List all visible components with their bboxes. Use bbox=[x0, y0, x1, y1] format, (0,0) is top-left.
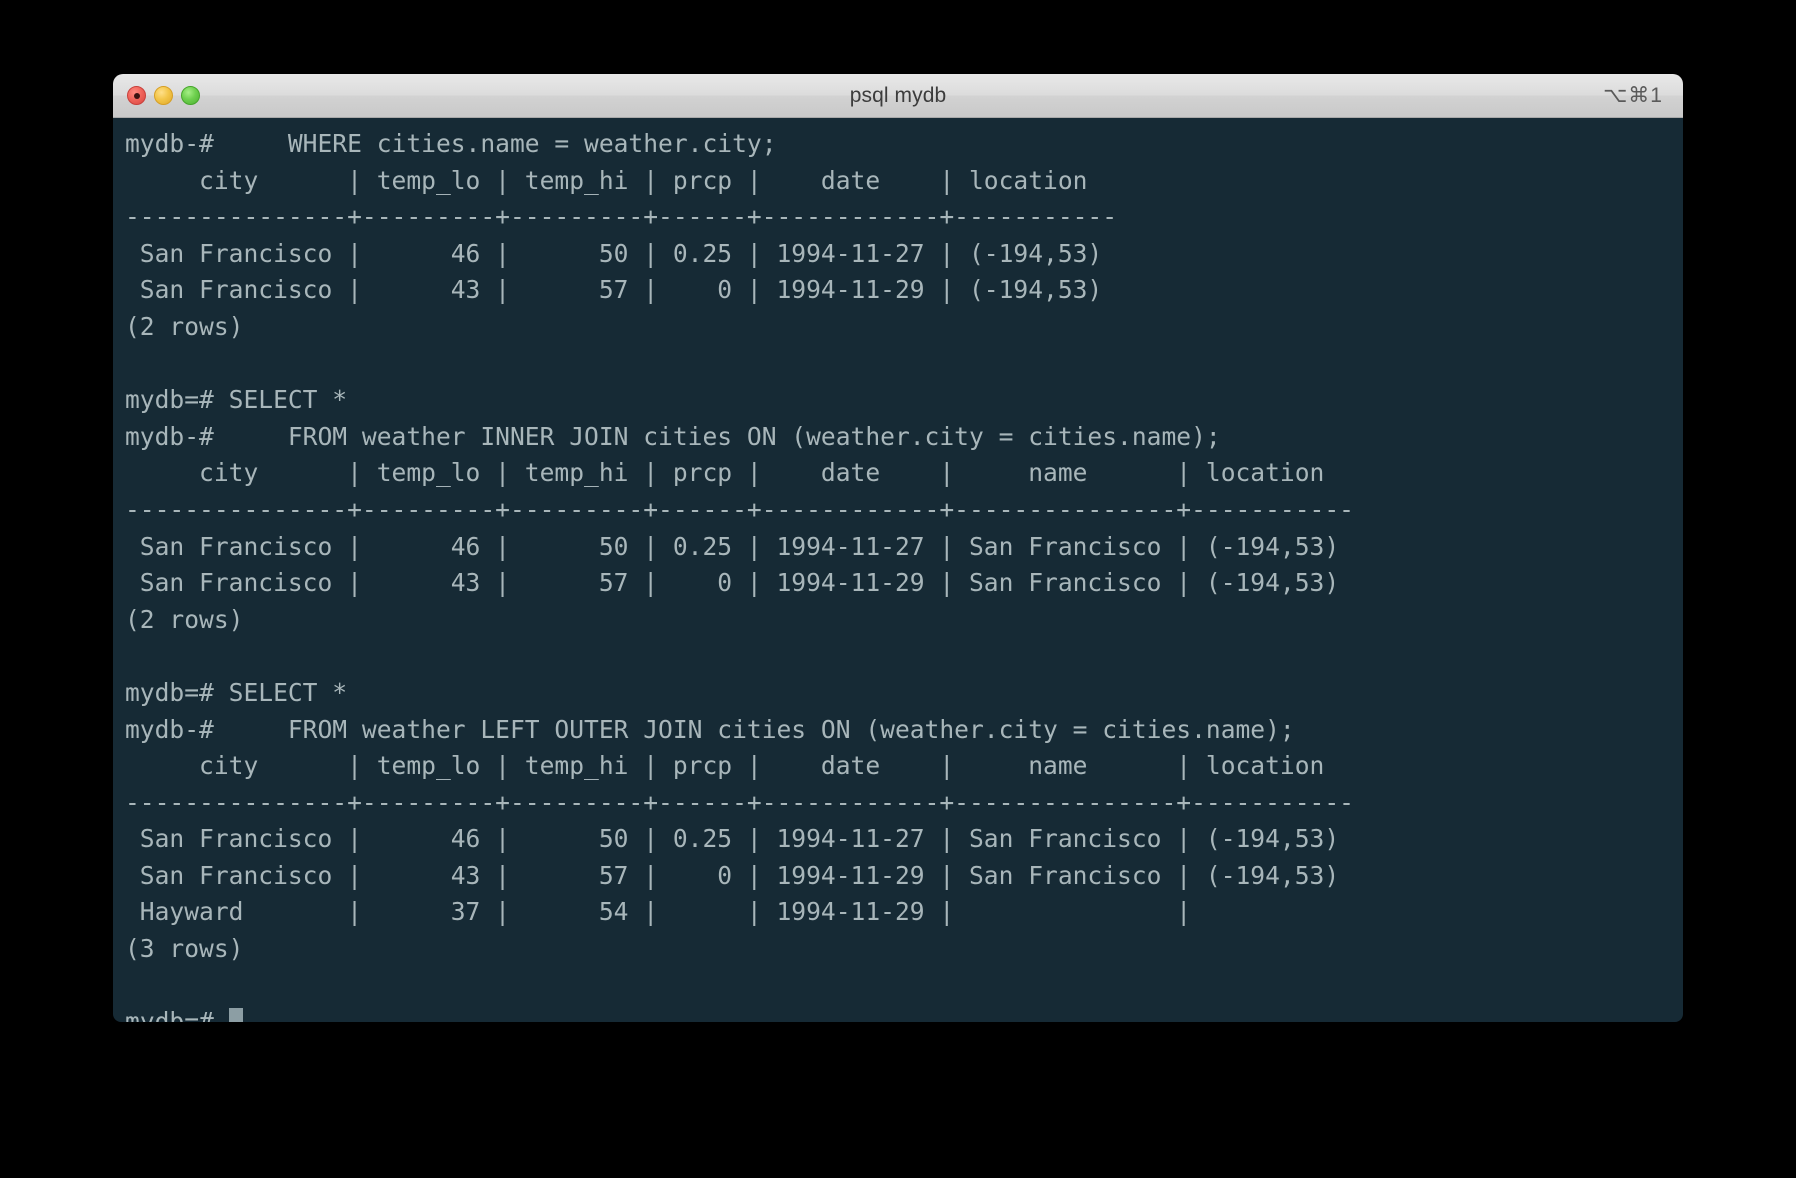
terminal-line: ---------------+---------+---------+----… bbox=[125, 787, 1354, 817]
minimize-button-icon[interactable] bbox=[154, 86, 173, 105]
terminal-line: ---------------+---------+---------+----… bbox=[125, 202, 1118, 232]
close-button-icon[interactable] bbox=[127, 86, 146, 105]
terminal-window: psql mydb ⌥⌘1 mydb-# WHERE cities.name =… bbox=[113, 74, 1683, 1022]
terminal-line: city | temp_lo | temp_hi | prcp | date |… bbox=[125, 165, 1088, 195]
terminal-line: city | temp_lo | temp_hi | prcp | date |… bbox=[125, 458, 1325, 488]
terminal-line: (2 rows) bbox=[125, 604, 244, 634]
terminal-cursor bbox=[228, 1008, 243, 1022]
terminal-prompt: mydb=# bbox=[125, 1007, 229, 1022]
maximize-button-icon[interactable] bbox=[181, 86, 200, 105]
terminal-output: mydb-# WHERE cities.name = weather.city;… bbox=[113, 126, 1683, 1022]
terminal-line: San Francisco | 46 | 50 | 0.25 | 1994-11… bbox=[125, 238, 1103, 268]
terminal-line: ---------------+---------+---------+----… bbox=[125, 494, 1354, 524]
terminal-line: Hayward | 37 | 54 | | 1994-11-29 | | bbox=[125, 897, 1192, 927]
terminal-line: San Francisco | 43 | 57 | 0 | 1994-11-29… bbox=[125, 275, 1103, 305]
window-shortcut-indicator: ⌥⌘1 bbox=[1603, 84, 1663, 107]
terminal-line: (3 rows) bbox=[125, 934, 244, 964]
terminal-line: San Francisco | 46 | 50 | 0.25 | 1994-11… bbox=[125, 531, 1340, 561]
terminal-line: mydb=# SELECT * bbox=[125, 677, 348, 707]
terminal-line: city | temp_lo | temp_hi | prcp | date |… bbox=[125, 751, 1325, 781]
terminal-line: San Francisco | 46 | 50 | 0.25 | 1994-11… bbox=[125, 824, 1340, 854]
terminal-line: mydb=# SELECT * bbox=[125, 385, 348, 415]
window-controls bbox=[127, 86, 200, 105]
terminal-line: mydb-# WHERE cities.name = weather.city; bbox=[125, 129, 777, 158]
terminal-line: San Francisco | 43 | 57 | 0 | 1994-11-29… bbox=[125, 860, 1340, 890]
terminal-line: San Francisco | 43 | 57 | 0 | 1994-11-29… bbox=[125, 568, 1340, 598]
terminal-prompt-line[interactable]: mydb=# bbox=[125, 1004, 1683, 1022]
window-titlebar[interactable]: psql mydb ⌥⌘1 bbox=[113, 74, 1683, 118]
desktop-background: psql mydb ⌥⌘1 mydb-# WHERE cities.name =… bbox=[0, 0, 1796, 1178]
terminal-body[interactable]: mydb-# WHERE cities.name = weather.city;… bbox=[113, 118, 1683, 1022]
terminal-line: mydb-# FROM weather LEFT OUTER JOIN citi… bbox=[125, 714, 1295, 744]
terminal-line: mydb-# FROM weather INNER JOIN cities ON… bbox=[125, 421, 1221, 451]
terminal-line: (2 rows) bbox=[125, 311, 244, 341]
window-title: psql mydb bbox=[849, 83, 947, 107]
